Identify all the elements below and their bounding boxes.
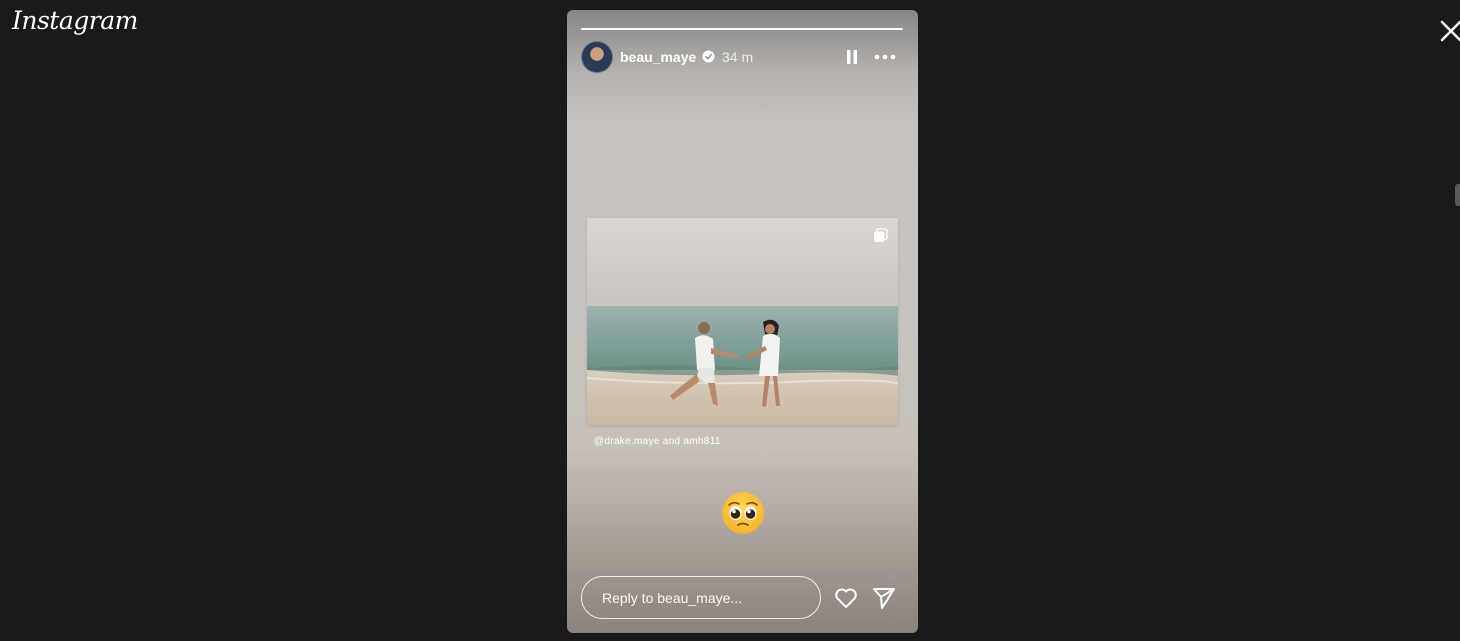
reply-input[interactable] (581, 576, 821, 619)
close-icon[interactable] (1440, 20, 1460, 42)
avatar[interactable] (581, 41, 613, 73)
story-progress-fill (581, 28, 903, 30)
story-username[interactable]: beau_maye (620, 49, 696, 65)
mention-drake-maye[interactable]: @drake.maye (594, 436, 660, 447)
heart-icon[interactable] (833, 585, 859, 611)
story-header: beau_maye 34 m (581, 41, 903, 73)
story-progress-bar (581, 28, 903, 30)
next-story-edge[interactable] (1455, 184, 1460, 206)
pause-icon[interactable] (843, 48, 861, 66)
more-options-icon[interactable] (874, 48, 896, 66)
caption-connector: and (662, 436, 681, 447)
multi-photo-icon (874, 228, 888, 242)
instagram-logo[interactable]: Instagram (12, 6, 138, 35)
story-viewer-page: Instagram beau_maye 34 m @drake.maye and… (0, 0, 1460, 641)
verified-badge-icon (702, 50, 715, 63)
mention-amh811[interactable]: amh811 (683, 436, 720, 447)
story-card: beau_maye 34 m @drake.maye and amh811 Re… (567, 10, 918, 633)
photo-caption: @drake.maye and amh811 (594, 436, 721, 447)
story-timestamp: 34 m (722, 49, 754, 65)
beach-proposal-image (587, 218, 898, 425)
shared-post-photo[interactable] (587, 218, 898, 425)
pleading-face-emoji-icon (722, 492, 764, 534)
send-icon[interactable] (871, 585, 897, 611)
